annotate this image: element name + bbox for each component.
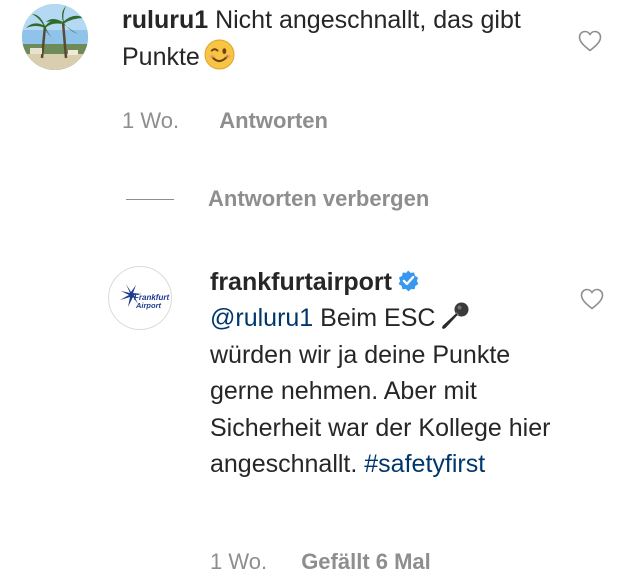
divider-line (126, 199, 174, 200)
avatar[interactable] (22, 4, 88, 70)
verified-badge-icon (396, 267, 421, 292)
reply-comment: Frankfurt Airport frankfurtairport @rulu… (108, 262, 622, 584)
comment-meta: 1 Wo. Antworten (122, 108, 328, 134)
svg-text:Airport: Airport (135, 301, 162, 310)
mention-link[interactable]: @ruluru1 (210, 304, 313, 332)
comment: ruluru1 Nicht angeschnallt, das gibt Pun… (22, 0, 622, 150)
like-heart-icon[interactable] (578, 30, 602, 52)
comment-body: ruluru1 Nicht angeschnallt, das gibt Pun… (122, 2, 552, 76)
hashtag-link[interactable]: #safetyfirst (364, 450, 485, 478)
reply-username[interactable]: frankfurtairport (210, 268, 392, 296)
comment-username[interactable]: ruluru1 (122, 6, 208, 34)
reply-button[interactable]: Antworten (219, 108, 328, 133)
winking-face-icon (204, 39, 235, 70)
reply-meta: 1 Wo. Gefällt 6 Mal (210, 549, 431, 575)
likes-count[interactable]: Gefällt 6 Mal (301, 549, 431, 574)
hide-replies-label[interactable]: Antworten verbergen (208, 186, 429, 212)
microphone-icon (439, 300, 471, 332)
reply-time[interactable]: 1 Wo. (210, 549, 267, 574)
avatar[interactable]: Frankfurt Airport (108, 266, 172, 330)
frankfurt-airport-logo-icon: Frankfurt Airport (120, 284, 169, 310)
like-heart-icon[interactable] (580, 288, 604, 310)
reply-body: frankfurtairport @ruluru1 Beim ESC würde… (210, 264, 560, 482)
beach-photo-icon (22, 4, 88, 70)
reply-text-start: Beim ESC (320, 304, 436, 333)
comment-time[interactable]: 1 Wo. (122, 108, 179, 133)
